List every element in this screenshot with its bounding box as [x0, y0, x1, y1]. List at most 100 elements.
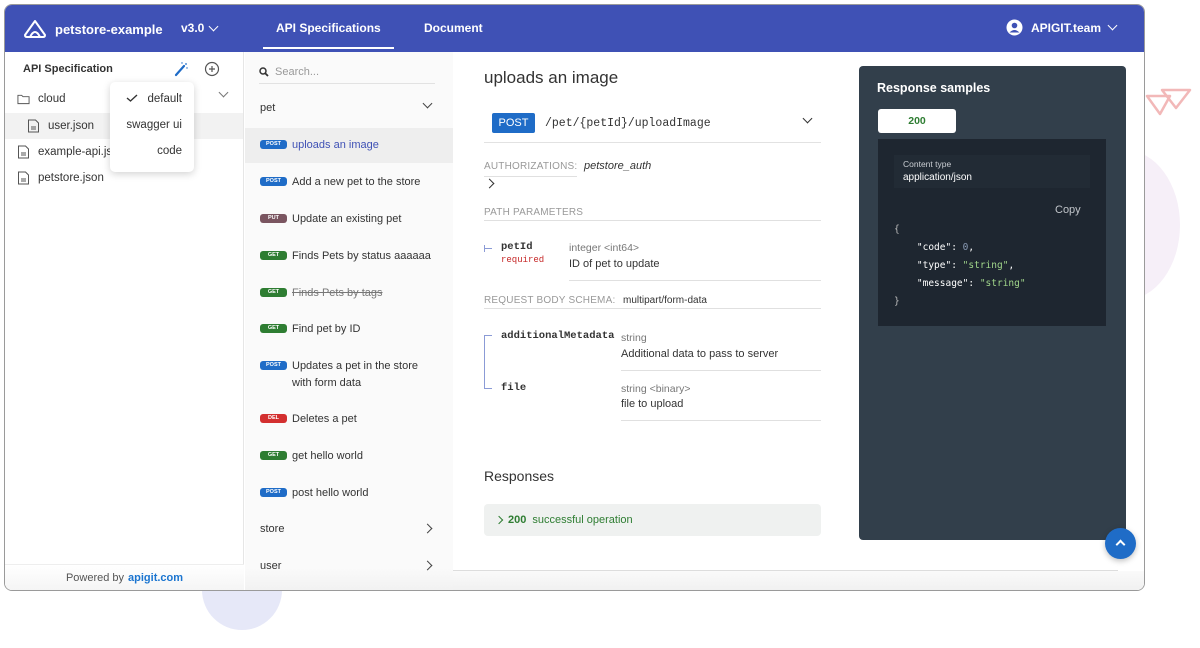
menu-item-code[interactable]: code — [157, 145, 182, 157]
authorization-value: petstore_auth — [584, 160, 652, 172]
version-selector[interactable]: v3.0 — [181, 21, 219, 35]
menu-item-default[interactable]: default — [147, 93, 182, 105]
nav-operation[interactable]: POST post hello world — [245, 485, 453, 502]
chevron-right-icon — [422, 523, 433, 534]
nav-operation[interactable]: POST uploads an image — [245, 128, 453, 163]
json-brace-close: } — [894, 296, 900, 307]
tree-item-label: cloud — [38, 93, 66, 105]
search-input[interactable] — [275, 65, 425, 78]
response-description: successful operation — [532, 514, 633, 526]
nav-group-user[interactable]: user — [245, 551, 453, 581]
chevron-down-icon — [802, 113, 813, 124]
json-value: "string" — [979, 278, 1026, 289]
copy-button[interactable]: Copy — [1055, 204, 1081, 216]
version-label: v3.0 — [181, 21, 205, 35]
content-type-label: Content type — [903, 159, 952, 169]
operation-label: Finds Pets by status aaaaaa — [292, 250, 431, 262]
operation-detail: uploads an image POST /pet/{petId}/uploa… — [453, 52, 1144, 590]
operation-label: Add a new pet to the store — [292, 176, 421, 188]
param-tree-line — [484, 245, 485, 252]
authorizations-label: AUTHORIZATIONS: — [484, 161, 578, 172]
project-brand[interactable]: petstore-example — [23, 19, 163, 39]
param-type: string <binary> — [621, 383, 691, 395]
nav-group-store[interactable]: store — [245, 514, 453, 544]
tree-item-label: petstore.json — [38, 172, 104, 184]
operation-title: uploads an image — [484, 68, 619, 87]
operation-label: Finds Pets by tags — [292, 287, 383, 299]
response-samples-panel: Response samples 200 Content type applic… — [859, 66, 1126, 540]
path-parameters-label: PATH PARAMETERS — [484, 207, 584, 218]
json-key: "type" — [916, 260, 952, 271]
menu-item-swagger-ui[interactable]: swagger ui — [126, 119, 182, 131]
response-200-row[interactable]: 200 successful operation — [484, 504, 821, 536]
param-tree-line — [484, 248, 492, 249]
response-samples-title: Response samples — [877, 81, 991, 95]
param-description: Additional data to pass to server — [621, 348, 779, 360]
nav-operation[interactable]: GET Finds Pets by tags — [245, 285, 453, 302]
search-box — [259, 60, 435, 84]
app-window: petstore-example v3.0 API Specifications… — [4, 4, 1145, 591]
divider — [484, 176, 577, 177]
nav-operation[interactable]: PUT Update an existing pet — [245, 211, 453, 228]
method-badge-post: POST — [492, 113, 535, 133]
decorative-logo-icon — [1145, 88, 1192, 116]
json-comma: , — [1008, 260, 1015, 271]
method-badge-post: POST — [260, 488, 287, 497]
tab-document[interactable]: Document — [424, 21, 483, 35]
chevron-right-icon — [422, 560, 433, 571]
divider — [453, 570, 1118, 571]
apigit-link[interactable]: apigit.com — [128, 572, 183, 584]
operations-nav: pet POST uploads an image POST Add a new… — [245, 52, 453, 590]
param-description: file to upload — [621, 398, 684, 410]
method-badge-delete: DEL — [260, 414, 287, 423]
nav-operation[interactable]: DEL Deletes a pet — [245, 411, 453, 428]
chevron-right-icon[interactable] — [484, 178, 495, 189]
responses-title: Responses — [484, 468, 555, 484]
scroll-to-top-button[interactable] — [1105, 528, 1136, 559]
sample-body: Content type application/json Copy { "co… — [878, 139, 1106, 326]
method-badge-get: GET — [260, 451, 287, 460]
request-body-label: REQUEST BODY SCHEMA: — [484, 295, 616, 306]
add-circle-icon[interactable] — [204, 61, 220, 77]
tab-api-specifications[interactable]: API Specifications — [263, 21, 394, 49]
search-icon — [259, 66, 269, 77]
tree-item-label: user.json — [48, 120, 95, 132]
param-name: file — [501, 382, 527, 394]
nav-operation[interactable]: GET Find pet by ID — [245, 321, 453, 338]
endpoint-bar[interactable]: POST /pet/{petId}/uploadImage — [484, 109, 821, 143]
chevron-down-icon — [422, 98, 433, 109]
json-key: "code" — [916, 242, 952, 253]
chevron-down-icon — [208, 21, 219, 31]
operation-label: Find pet by ID — [292, 323, 361, 335]
method-badge-get: GET — [260, 288, 287, 297]
divider — [484, 308, 821, 309]
param-tree-line — [484, 335, 485, 388]
nav-operation[interactable]: POST Add a new pet to the store — [245, 174, 453, 191]
group-label: pet — [260, 102, 276, 114]
response-tab-200[interactable]: 200 — [878, 109, 956, 133]
powered-by-text: Powered by — [65, 572, 125, 584]
nav-operation[interactable]: GET get hello world — [245, 448, 453, 465]
method-badge-post: POST — [260, 361, 287, 370]
nav-group-pet[interactable]: pet — [245, 93, 453, 123]
divider — [484, 220, 821, 221]
method-badge-post: POST — [260, 177, 287, 186]
chevron-right-icon — [494, 515, 504, 525]
user-menu[interactable]: APIGIT.team — [1006, 19, 1118, 36]
operation-label: Deletes a pet — [292, 413, 357, 425]
request-body-type: multipart/form-data — [623, 295, 707, 306]
view-mode-menu: default swagger ui code — [110, 82, 194, 172]
checkmark-icon — [126, 94, 138, 102]
top-navigation-bar: petstore-example v3.0 API Specifications… — [5, 5, 1144, 52]
nav-operation[interactable]: GET Finds Pets by status aaaaaa — [245, 248, 453, 265]
magic-wand-icon[interactable] — [173, 61, 189, 77]
method-badge-put: PUT — [260, 214, 287, 223]
param-type: string — [621, 332, 647, 344]
powered-by-footer: Powered by apigit.com — [5, 564, 244, 590]
content-type-selector[interactable]: Content type application/json — [894, 155, 1090, 188]
file-icon — [18, 171, 29, 185]
nav-operation[interactable]: POST Updates a pet in the store with for… — [245, 358, 453, 392]
chevron-down-icon — [1107, 20, 1118, 31]
operation-label: get hello world — [292, 450, 363, 462]
chevron-down-icon[interactable] — [218, 87, 229, 98]
